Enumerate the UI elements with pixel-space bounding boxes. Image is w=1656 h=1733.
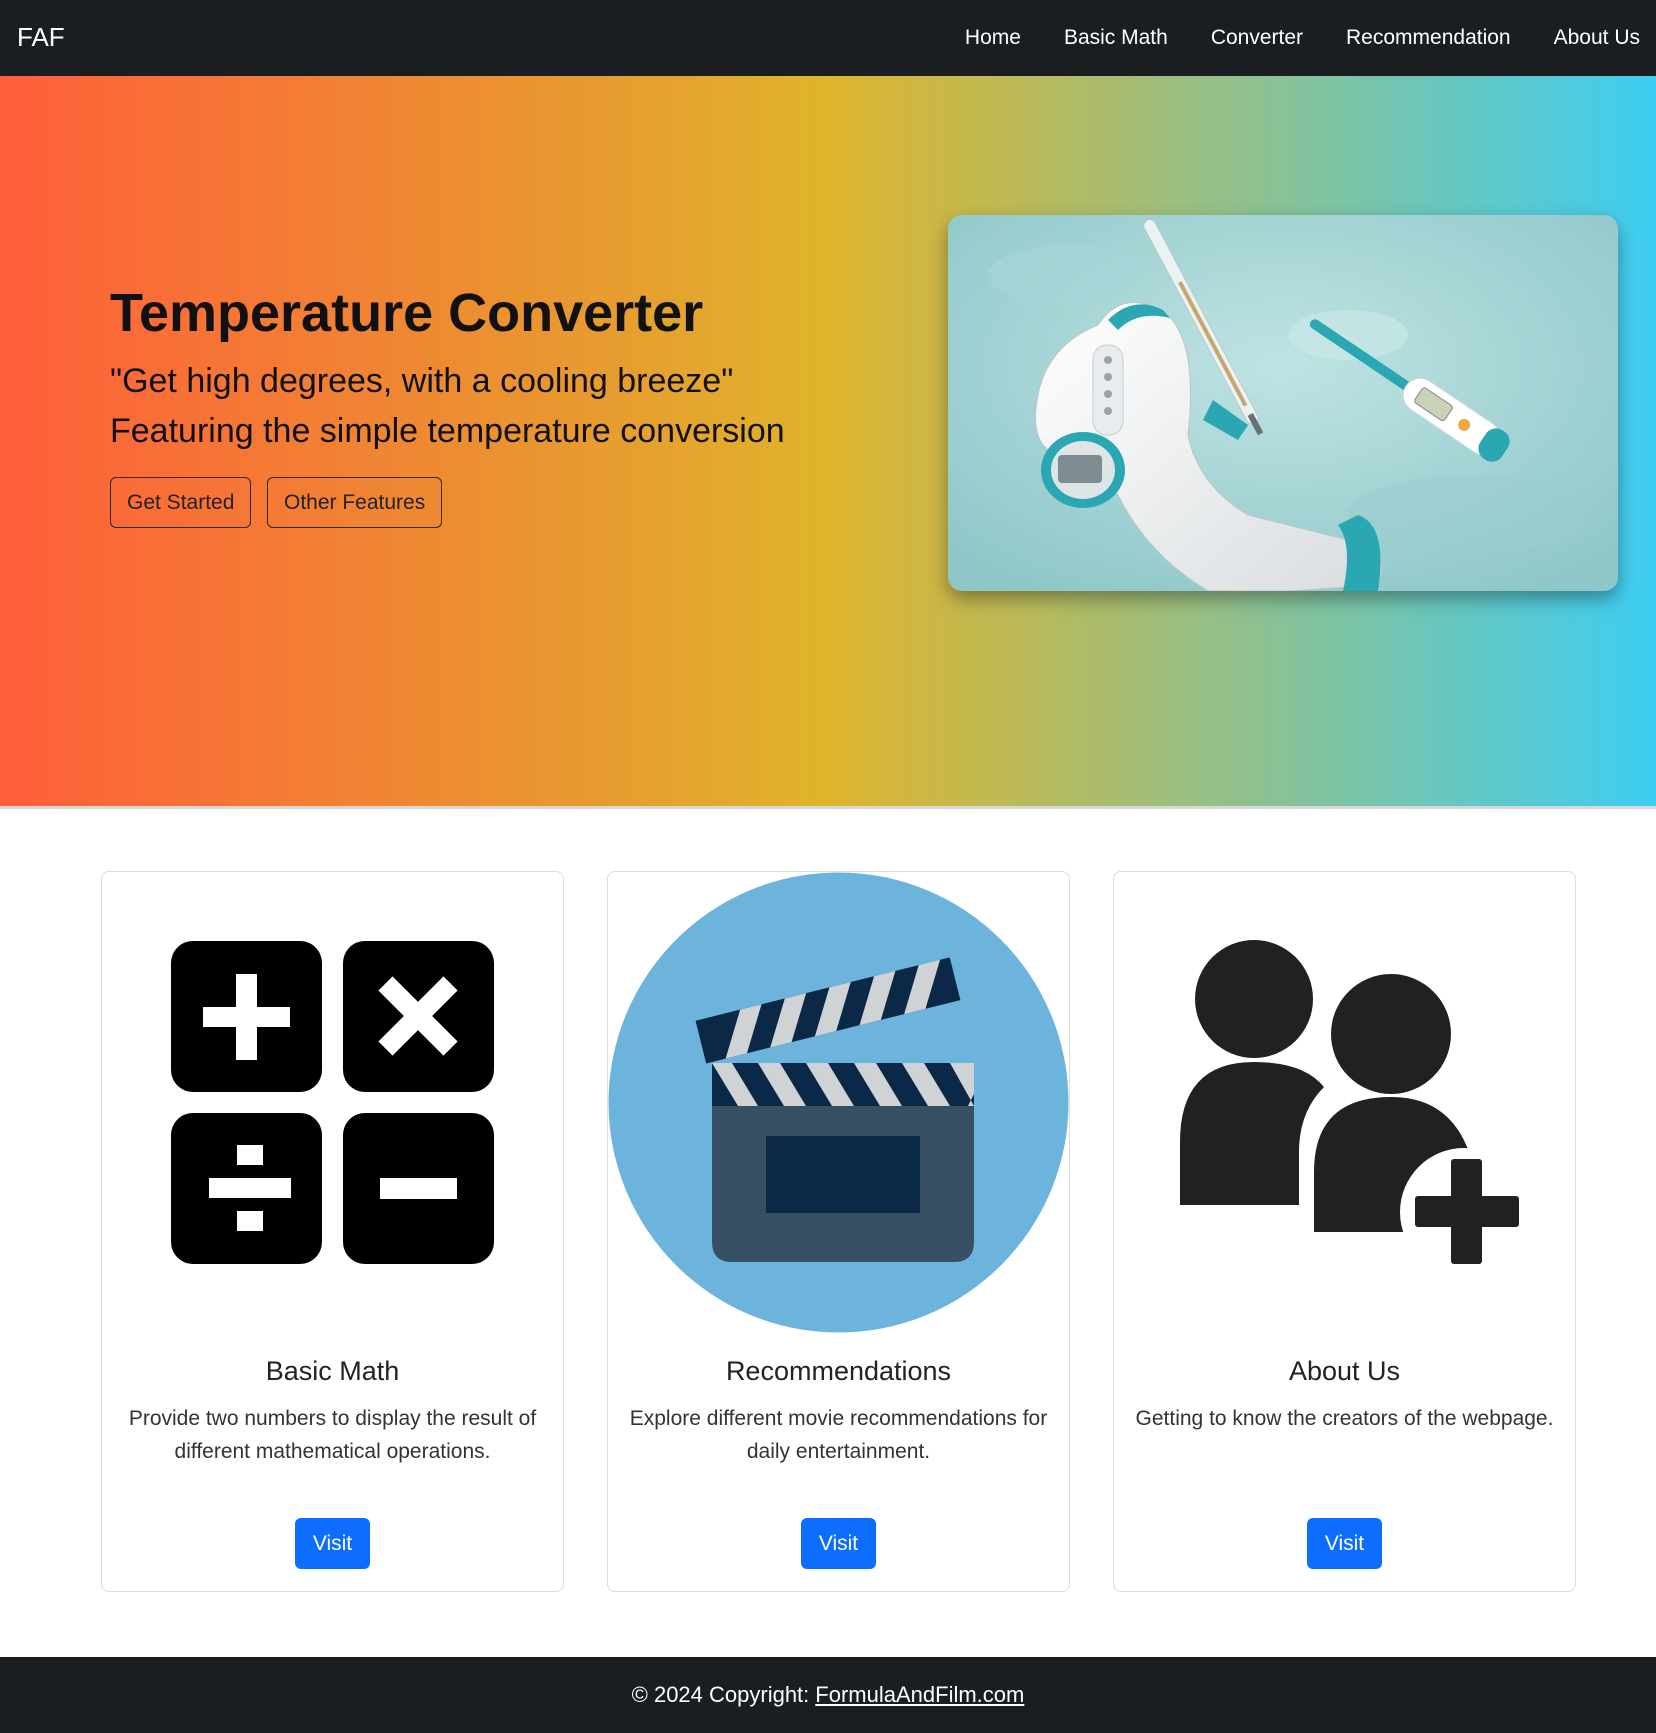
nav-link-basic-math[interactable]: Basic Math — [1064, 26, 1168, 50]
other-features-button[interactable]: Other Features — [267, 477, 443, 528]
recommendations-card: Recommendations Explore different movie … — [607, 871, 1070, 1592]
clapperboard-icon — [608, 872, 1069, 1333]
card-text: Provide two numbers to display the resul… — [128, 1407, 537, 1463]
about-us-card: About Us Getting to know the creators of… — [1113, 871, 1576, 1592]
visit-about-us-button[interactable]: Visit — [1307, 1518, 1382, 1569]
visit-recommendations-button[interactable]: Visit — [801, 1518, 876, 1569]
hero-quote: "Get high degrees, with a cooling breeze… — [110, 362, 734, 400]
footer: © 2024 Copyright: FormulaAndFilm.com — [0, 1657, 1656, 1733]
hero-divider — [0, 806, 1656, 809]
add-user-icon — [1114, 872, 1575, 1333]
math-operations-icon — [102, 872, 563, 1333]
thermometers-photo — [948, 215, 1618, 591]
card-text: Getting to know the creators of the webp… — [1135, 1407, 1554, 1430]
card-title: Recommendations — [725, 1356, 952, 1386]
hero-title: Temperature Converter — [110, 283, 704, 343]
footer-copyright: © 2024 Copyright: — [631, 1682, 810, 1707]
hero-subtitle: Featuring the simple temperature convers… — [110, 412, 785, 450]
card-title: About Us — [1288, 1356, 1401, 1386]
footer-site-link[interactable]: FormulaAndFilm.com — [815, 1682, 1024, 1708]
brand-logo[interactable]: FAF — [17, 22, 65, 53]
nav-link-about-us[interactable]: About Us — [1554, 26, 1640, 50]
card-text: Explore different movie recommendations … — [629, 1407, 1048, 1463]
nav-link-converter[interactable]: Converter — [1211, 26, 1303, 50]
visit-basic-math-button[interactable]: Visit — [295, 1518, 370, 1569]
nav-link-home[interactable]: Home — [965, 26, 1021, 50]
nav-links: Home Basic Math Converter Recommendation… — [922, 0, 1640, 76]
get-started-button[interactable]: Get Started — [110, 477, 252, 528]
navbar: FAF Home Basic Math Converter Recommenda… — [0, 0, 1656, 76]
nav-link-recommendation[interactable]: Recommendation — [1346, 26, 1511, 50]
card-title: Basic Math — [265, 1356, 400, 1386]
basic-math-card: Basic Math Provide two numbers to displa… — [101, 871, 564, 1592]
